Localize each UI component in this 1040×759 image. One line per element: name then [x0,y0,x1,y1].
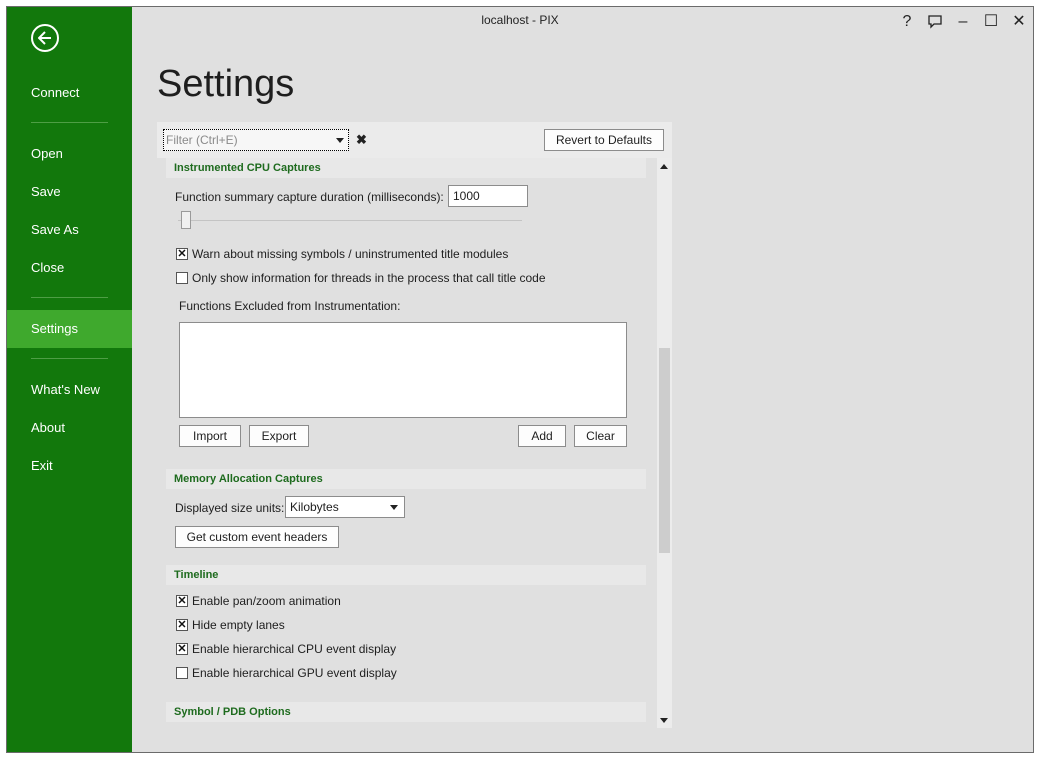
excluded-functions-label: Functions Excluded from Instrumentation: [179,299,401,313]
sidebar: Connect Open Save Save As Close Settings… [7,7,132,752]
hide-empty-lanes-label: Hide empty lanes [192,618,285,632]
duration-label: Function summary capture duration (milli… [175,190,444,204]
filter-input[interactable] [164,130,328,150]
back-button[interactable] [31,24,59,52]
window-title: localhost - PIX [481,13,559,27]
chevron-down-icon[interactable] [336,138,344,143]
hierarchical-gpu-label: Enable hierarchical GPU event display [192,666,397,680]
size-units-value: Kilobytes [290,500,339,514]
duration-slider-thumb[interactable] [181,211,191,229]
sidebar-item-settings[interactable]: Settings [7,310,132,348]
help-icon[interactable]: ? [896,11,918,33]
sidebar-item-open[interactable]: Open [7,135,132,173]
hierarchical-gpu-checkbox[interactable] [176,667,188,679]
sidebar-item-connect[interactable]: Connect [7,74,132,112]
minimize-icon[interactable]: – [952,11,974,33]
revert-defaults-button[interactable]: Revert to Defaults [544,129,664,151]
warn-symbols-label: Warn about missing symbols / uninstrumen… [192,247,509,261]
pan-zoom-label: Enable pan/zoom animation [192,594,341,608]
section-header-timeline: Timeline [166,565,646,585]
sidebar-item-whats-new[interactable]: What's New [7,371,132,409]
scroll-up-icon[interactable] [660,164,668,169]
settings-toolbar: ✖ Revert to Defaults [157,122,672,158]
app-window: Connect Open Save Save As Close Settings… [6,6,1034,753]
feedback-icon[interactable] [924,11,946,33]
hierarchical-cpu-checkbox[interactable]: ✕ [176,643,188,655]
sidebar-item-exit[interactable]: Exit [7,447,132,485]
hide-empty-lanes-checkbox[interactable]: ✕ [176,619,188,631]
close-icon[interactable]: ✕ [1008,11,1030,33]
scroll-down-icon[interactable] [660,718,668,723]
sidebar-divider [31,122,108,123]
sidebar-item-save[interactable]: Save [7,173,132,211]
section-header-symbol: Symbol / PDB Options [166,702,646,722]
size-units-select[interactable]: Kilobytes [285,496,405,518]
settings-scrollbar[interactable] [657,158,672,728]
settings-panel: Instrumented CPU Captures Function summa… [157,158,672,728]
duration-input[interactable]: 1000 [448,185,528,207]
sidebar-divider [31,358,108,359]
chevron-down-icon [390,505,398,510]
add-button[interactable]: Add [518,425,566,447]
only-threads-checkbox[interactable] [176,272,188,284]
maximize-icon[interactable]: ☐ [980,11,1002,33]
sidebar-item-close[interactable]: Close [7,249,132,287]
export-button[interactable]: Export [249,425,309,447]
page-title: Settings [157,63,295,105]
pan-zoom-checkbox[interactable]: ✕ [176,595,188,607]
import-button[interactable]: Import [179,425,241,447]
scrollbar-thumb[interactable] [659,348,670,553]
excluded-functions-list[interactable] [179,322,627,418]
warn-symbols-checkbox[interactable]: ✕ [176,248,188,260]
custom-event-headers-button[interactable]: Get custom event headers [175,526,339,548]
section-header-cpu: Instrumented CPU Captures [166,158,646,178]
size-units-label: Displayed size units: [175,501,285,515]
duration-slider-track[interactable] [178,220,522,221]
arrow-left-circle-icon [38,31,51,45]
sidebar-item-save-as[interactable]: Save As [7,211,132,249]
section-header-memory: Memory Allocation Captures [166,469,646,489]
sidebar-item-about[interactable]: About [7,409,132,447]
only-threads-label: Only show information for threads in the… [192,271,546,285]
filter-combobox[interactable] [163,129,349,151]
clear-button[interactable]: Clear [574,425,627,447]
hierarchical-cpu-label: Enable hierarchical CPU event display [192,642,397,656]
clear-filter-icon[interactable]: ✖ [356,132,367,148]
sidebar-divider [31,297,108,298]
